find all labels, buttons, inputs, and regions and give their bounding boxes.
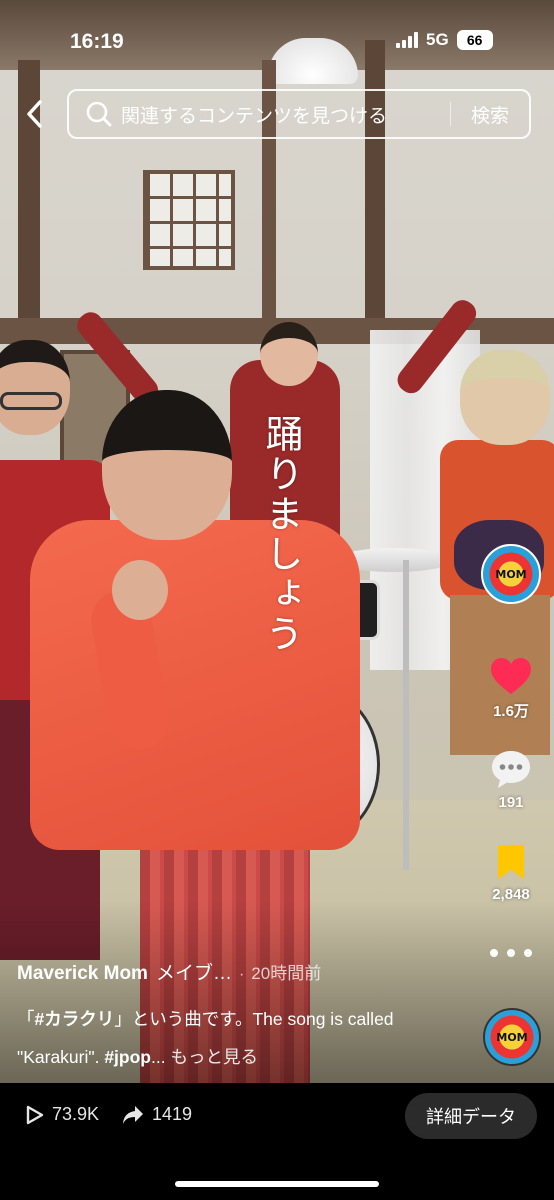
hashtag-link[interactable]: #カラクリ: [35, 1009, 115, 1029]
search-placeholder: 関連するコンテンツを見つける: [121, 105, 388, 127]
play-icon: [26, 1105, 44, 1124]
avatar-logo: MOM: [486, 549, 536, 599]
back-button[interactable]: [20, 96, 48, 132]
battery-icon: 66: [456, 30, 493, 50]
wooden-pillar: [365, 40, 385, 330]
views-count: 73.9K: [52, 1104, 100, 1124]
author-name[interactable]: Maverick Mom: [17, 963, 148, 985]
lyric-overlay: 踊りましょう: [259, 414, 303, 654]
signal-icon: [396, 32, 418, 48]
caption-text: 「: [17, 1009, 35, 1029]
author-line: Maverick Mom メイブ… · 20時間前: [17, 958, 321, 985]
like-button[interactable]: 1.6万: [478, 656, 544, 721]
like-count: 1.6万: [493, 703, 529, 720]
home-indicator[interactable]: [175, 1181, 379, 1187]
post-time: 20時間前: [251, 964, 322, 983]
share-arrow-icon: [123, 1105, 143, 1124]
comment-icon: [492, 751, 530, 788]
hashtag-link[interactable]: #jpop: [104, 1047, 151, 1067]
author-suffix[interactable]: メイブ…: [156, 958, 232, 985]
save-button[interactable]: 2,848: [478, 842, 544, 903]
comment-button[interactable]: 191: [478, 748, 544, 811]
comment-count: 191: [498, 794, 524, 811]
search-icon: [86, 101, 112, 127]
save-count: 2,848: [492, 886, 530, 903]
post-caption[interactable]: 「#カラクリ」という曲です。The song is called "Karaku…: [17, 1000, 427, 1076]
status-indicators: 5G 66: [396, 30, 493, 50]
music-disc[interactable]: MOM: [483, 1008, 541, 1066]
video-player[interactable]: 踊りましょう: [0, 0, 554, 1083]
music-disc-art: MOM: [487, 1012, 537, 1062]
more-options-icon[interactable]: [490, 946, 532, 960]
cymbal-stand: [403, 560, 409, 870]
creator-avatar[interactable]: MOM: [481, 544, 541, 604]
search-input[interactable]: 関連するコンテンツを見つける 検索: [67, 89, 531, 139]
shoji-window: [143, 170, 235, 270]
caption-ellipsis: ...: [150, 1047, 166, 1067]
shares-stat: 1419: [122, 1104, 192, 1125]
status-time: 16:19: [70, 30, 124, 53]
views-stat: 73.9K: [26, 1104, 99, 1125]
detail-data-button[interactable]: 詳細データ: [405, 1093, 537, 1139]
shares-count: 1419: [152, 1104, 193, 1124]
see-more-link[interactable]: もっと見る: [170, 1047, 258, 1067]
network-type: 5G: [426, 30, 449, 49]
chevron-left-icon: [27, 100, 42, 128]
heart-icon: [491, 658, 531, 694]
search-button[interactable]: 検索: [451, 101, 529, 128]
bookmark-icon: [498, 845, 524, 879]
separator: ·: [238, 966, 245, 983]
